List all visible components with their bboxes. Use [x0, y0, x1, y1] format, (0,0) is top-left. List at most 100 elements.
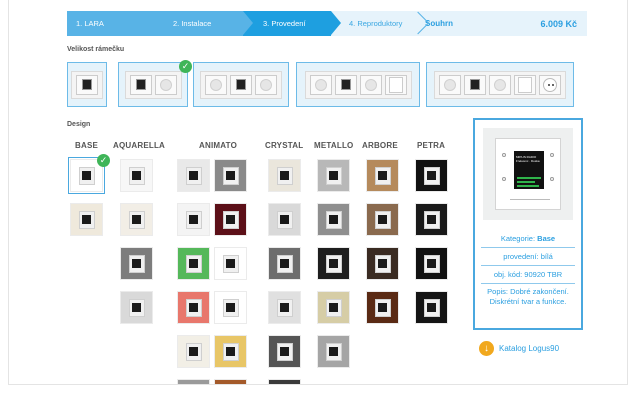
step-arrow-icon: [243, 11, 253, 35]
design-swatch[interactable]: [121, 248, 152, 279]
progress-stepper: 1. LARA 2. Instalace 3. Provedení 4. Rep…: [67, 11, 587, 36]
step-reproduktory[interactable]: 4. Reproduktory: [331, 11, 430, 36]
design-swatch[interactable]: [178, 380, 209, 384]
design-swatch[interactable]: [121, 204, 152, 235]
design-column-animato: ANIMATO: [199, 141, 237, 150]
frame-preview: [124, 70, 182, 99]
step-lara[interactable]: 1. LARA: [67, 11, 165, 36]
design-swatch[interactable]: [178, 204, 209, 235]
design-swatch[interactable]: [269, 292, 300, 323]
device-illustration: MIPLIS RADIO Frekvenc · Doska: [495, 138, 561, 210]
design-swatch[interactable]: [367, 292, 398, 323]
design-swatch[interactable]: [215, 336, 246, 367]
device-thumbnail: [374, 166, 391, 185]
play-pause-icon: [502, 177, 506, 181]
design-column-arbore: ARBORE: [362, 141, 398, 150]
step-arrow-icon: [331, 11, 341, 35]
device-thumbnail: [185, 342, 202, 361]
device-thumbnail: [374, 254, 391, 273]
design-swatch[interactable]: [269, 248, 300, 279]
step-souhrn[interactable]: Souhrn 6.009 Kč: [419, 11, 587, 36]
speaker-module: [205, 74, 227, 95]
design-swatch[interactable]: [416, 160, 447, 191]
product-preview-panel: MIPLIS RADIO Frekvenc · Doska Kategorie:…: [473, 118, 583, 330]
step-instalace[interactable]: 2. Instalace: [155, 11, 253, 36]
frame-option-5[interactable]: [426, 62, 574, 107]
design-swatch[interactable]: [318, 292, 349, 323]
design-swatch[interactable]: [178, 160, 209, 191]
design-swatch[interactable]: [367, 160, 398, 191]
frame-option-4[interactable]: [296, 62, 420, 107]
screen-module: [230, 74, 252, 95]
design-swatch[interactable]: [367, 204, 398, 235]
design-swatch[interactable]: [178, 292, 209, 323]
device-thumbnail: [78, 166, 95, 185]
device-thumbnail: [128, 210, 145, 229]
device-thumbnail: [276, 298, 293, 317]
popis-row: Popis: Dobré zakončení. Diskrétní tvar a…: [487, 287, 569, 306]
design-swatch[interactable]: [215, 292, 246, 323]
design-swatch[interactable]: [215, 380, 246, 384]
design-swatch[interactable]: [416, 204, 447, 235]
design-swatch[interactable]: [71, 204, 102, 235]
design-swatch[interactable]: [121, 292, 152, 323]
device-thumbnail: [325, 254, 342, 273]
design-swatch[interactable]: [318, 204, 349, 235]
frame-preview: [304, 70, 412, 99]
screen-module: [76, 74, 98, 95]
step-provedeni[interactable]: 3. Provedení: [243, 11, 341, 36]
device-thumbnail: [276, 342, 293, 361]
frame-preview: [434, 70, 566, 99]
design-swatch[interactable]: [269, 336, 300, 367]
frame-option-2[interactable]: [118, 62, 188, 107]
device-screen: MIPLIS RADIO Frekvenc · Doska: [514, 151, 544, 189]
design-swatch[interactable]: [68, 157, 105, 194]
step-arrow-icon: [155, 11, 165, 35]
design-swatch[interactable]: [269, 160, 300, 191]
catalog-link[interactable]: ↓ Katalog Logus90: [479, 341, 559, 356]
design-swatch[interactable]: [178, 248, 209, 279]
design-swatch[interactable]: [178, 336, 209, 367]
frame-size-title: Velikost rámečku: [67, 46, 125, 53]
design-swatch[interactable]: [318, 336, 349, 367]
device-thumbnail: [276, 254, 293, 273]
design-swatch[interactable]: [416, 292, 447, 323]
design-swatch[interactable]: [367, 248, 398, 279]
design-swatch[interactable]: [318, 248, 349, 279]
device-screen-line: Frekvenc · Doska: [516, 159, 540, 163]
design-swatch[interactable]: [215, 204, 246, 235]
frame-option-3[interactable]: [193, 62, 289, 107]
design-swatch[interactable]: [269, 380, 300, 384]
catalog-label: Katalog Logus90: [499, 344, 560, 353]
device-thumbnail: [185, 210, 202, 229]
speaker-icon: [550, 153, 554, 157]
speaker-module: [439, 74, 461, 95]
device-thumbnail: [325, 298, 342, 317]
frame-preview: [200, 70, 282, 99]
design-swatch[interactable]: [121, 160, 152, 191]
design-swatch[interactable]: [215, 248, 246, 279]
download-icon: ↓: [479, 341, 494, 356]
design-swatch[interactable]: [269, 204, 300, 235]
device-thumbnail: [222, 166, 239, 185]
device-thumbnail: [128, 254, 145, 273]
kategorie-label: Kategorie:: [500, 234, 536, 243]
design-swatch[interactable]: [318, 160, 349, 191]
design-column-aquarella: AQUARELLA: [113, 141, 166, 150]
step-label: 4. Reproduktory: [349, 19, 403, 28]
device-thumbnail: [423, 298, 440, 317]
device-thumbnail: [222, 342, 239, 361]
total-price: 6.009 Kč: [540, 18, 577, 29]
step-label: 3. Provedení: [263, 19, 306, 28]
device-thumbnail: [222, 298, 239, 317]
design-swatch[interactable]: [416, 248, 447, 279]
rocker-module: [514, 74, 536, 95]
device-thumbnail: [325, 342, 342, 361]
device-thumbnail: [423, 254, 440, 273]
design-column-crystal: CRYSTAL: [265, 141, 304, 150]
design-column-base: BASE: [75, 141, 99, 150]
design-swatch[interactable]: [215, 160, 246, 191]
device-thumbnail: [222, 210, 239, 229]
frame-option-1[interactable]: [67, 62, 107, 107]
check-icon: ✓: [179, 60, 192, 73]
